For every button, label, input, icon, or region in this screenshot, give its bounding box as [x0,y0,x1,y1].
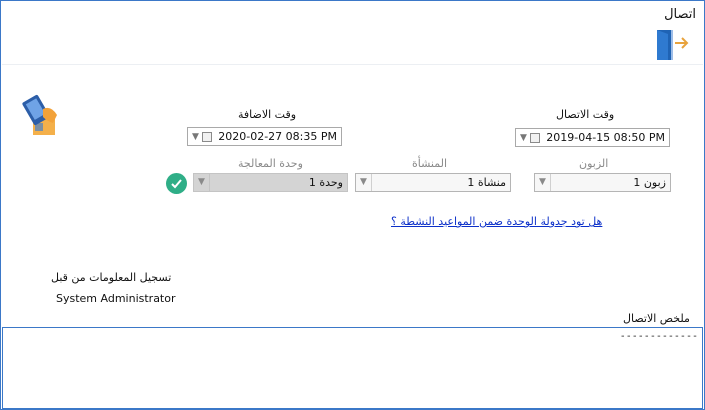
registered-by-value: System Administrator [56,292,176,305]
schedule-unit-link[interactable]: هل تود جدولة الوحدة ضمن المواعيد النشطة … [391,215,602,228]
phone-hand-icon [22,94,57,135]
processing-unit-label: وحدة المعالجة [238,157,303,170]
call-time-label: وقت الاتصال [556,108,615,121]
chevron-down-icon[interactable]: ▼ [356,174,372,191]
calendar-checkbox-icon[interactable] [202,131,212,142]
call-time-value: 2019-04-15 08:50 PM [546,131,665,144]
chevron-down-icon[interactable]: ▼ [535,174,551,191]
customer-label: الزبون [579,157,609,170]
added-time-picker[interactable]: ▼ 2020-02-27 08:35 PM [187,127,342,146]
toolbar-separator [2,64,703,65]
facility-value: منشاة 1 [467,176,506,189]
exit-door-icon[interactable] [654,27,690,63]
summary-label: ملخص الاتصال [623,312,690,325]
chevron-down-icon[interactable]: ▼ [520,133,530,143]
added-time-label: وقت الاضافة [238,108,297,121]
call-time-picker[interactable]: ▼ 2019-04-15 08:50 PM [515,128,670,147]
customer-value: زبون 1 [633,176,666,189]
processing-unit-select[interactable]: ▼ وحدة 1 [193,173,348,192]
calendar-checkbox-icon[interactable] [530,132,540,143]
customer-select[interactable]: ▼ زبون 1 [534,173,671,192]
facility-label: المنشأة [412,157,448,170]
confirm-check-button[interactable] [166,173,187,194]
processing-unit-value: وحدة 1 [308,176,343,189]
call-window: اتصال وقت الاتصال ▼ 2019-04-15 08:50 PM … [0,0,705,410]
summary-textarea[interactable]: ------------- [2,327,703,409]
added-time-value: 2020-02-27 08:35 PM [218,130,337,143]
chevron-down-icon[interactable]: ▼ [194,174,210,191]
checkmark-icon [171,179,182,189]
window-title: اتصال [664,7,696,22]
facility-select[interactable]: ▼ منشاة 1 [355,173,511,192]
chevron-down-icon[interactable]: ▼ [192,132,202,142]
registered-by-label: تسجيل المعلومات من قبل [51,271,172,284]
